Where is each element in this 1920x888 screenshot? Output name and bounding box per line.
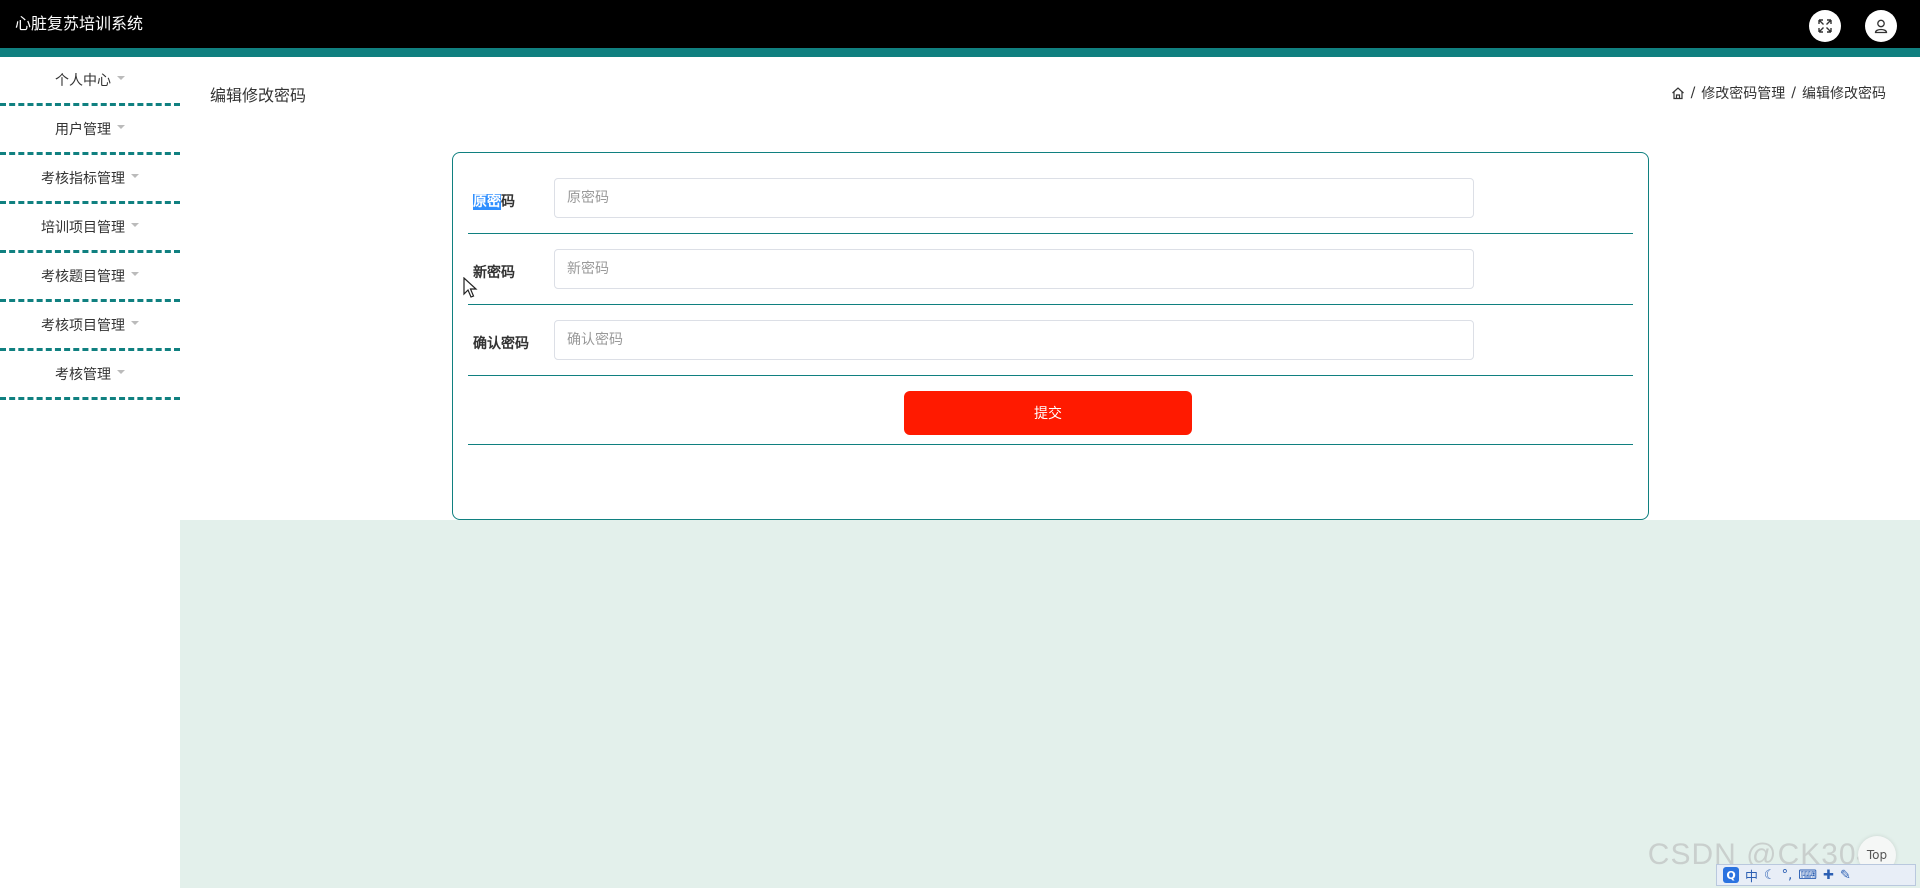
breadcrumb-item-current: 编辑修改密码 [1802, 86, 1886, 102]
form-row-new-password: 新密码 [468, 247, 1633, 305]
caret-down-icon [131, 321, 139, 325]
caret-down-icon [131, 174, 139, 178]
breadcrumb-item-password-management[interactable]: 修改密码管理 [1701, 83, 1785, 103]
ime-mode-toggle[interactable]: 中 [1745, 866, 1758, 885]
sidebar-item-label: 考核题目管理 [41, 269, 125, 285]
top-bar: 心脏复苏培训系统 [0, 0, 1920, 48]
sidebar-item-assessment-question[interactable]: 考核题目管理 [0, 253, 180, 302]
caret-down-icon [131, 223, 139, 227]
caret-down-icon [117, 125, 125, 129]
sidebar-item-assessment-project[interactable]: 考核项目管理 [0, 302, 180, 351]
home-icon[interactable] [1671, 86, 1685, 100]
keyboard-icon[interactable]: ⌨ [1798, 868, 1817, 883]
form-row-submit: 提交 [468, 375, 1633, 445]
old-password-label-rest: 码 [501, 194, 515, 210]
top-accent-strip [0, 48, 1920, 57]
sidebar-item-label: 个人中心 [55, 73, 111, 89]
moon-icon[interactable]: ☾ [1764, 868, 1776, 883]
toolbox-icon[interactable]: ✚ [1823, 868, 1834, 883]
user-icon [1874, 19, 1888, 34]
ime-toolbar: Q 中 ☾ °, ⌨ ✚ ✎ [1716, 864, 1916, 886]
sidebar-item-label: 用户管理 [55, 122, 111, 138]
sidebar-item-assessment[interactable]: 考核管理 [0, 351, 180, 400]
fullscreen-icon [1818, 19, 1832, 33]
punctuation-icon[interactable]: °, [1782, 868, 1793, 883]
form-row-old-password: 原密码 [468, 176, 1633, 234]
sidebar-item-label: 培训项目管理 [41, 220, 125, 236]
old-password-label: 原密码 [473, 191, 515, 213]
user-button[interactable] [1865, 10, 1897, 42]
sidebar-item-training-project[interactable]: 培训项目管理 [0, 204, 180, 253]
caret-down-icon [117, 370, 125, 374]
sidebar-item-label: 考核管理 [55, 367, 111, 383]
confirm-password-input[interactable] [554, 320, 1474, 360]
breadcrumb-separator: / [1791, 85, 1796, 101]
breadcrumb-separator: / [1690, 85, 1696, 101]
sidebar-item-label: 考核项目管理 [41, 318, 125, 334]
caret-down-icon [131, 272, 139, 276]
selected-text: 原密 [473, 194, 501, 210]
sidebar-item-personal-center[interactable]: 个人中心 [0, 57, 180, 106]
new-password-input[interactable] [554, 249, 1474, 289]
content-background [180, 520, 1920, 888]
mouse-cursor-icon [463, 277, 478, 298]
fullscreen-button[interactable] [1809, 10, 1841, 42]
password-form: 原密码 新密码 确认密码 提交 [452, 152, 1649, 520]
old-password-input[interactable] [554, 178, 1474, 218]
confirm-password-label: 确认密码 [473, 336, 529, 352]
app-title: 心脏复苏培训系统 [15, 14, 144, 33]
sidebar-item-label: 考核指标管理 [41, 171, 125, 187]
form-row-confirm-password: 确认密码 [468, 318, 1633, 376]
new-password-label: 新密码 [473, 265, 515, 281]
submit-button[interactable]: 提交 [904, 391, 1192, 435]
page-title: 编辑修改密码 [210, 86, 307, 105]
sidebar: 个人中心 用户管理 考核指标管理 培训项目管理 考核题目管理 考核项目管理 考核… [0, 57, 180, 888]
breadcrumb: / 修改密码管理 / 编辑修改密码 [1671, 83, 1886, 103]
sidebar-item-assessment-index[interactable]: 考核指标管理 [0, 155, 180, 204]
ime-logo-icon[interactable]: Q [1723, 867, 1739, 883]
wrench-icon[interactable]: ✎ [1840, 868, 1851, 883]
caret-down-icon [117, 76, 125, 80]
sidebar-item-user-management[interactable]: 用户管理 [0, 106, 180, 155]
